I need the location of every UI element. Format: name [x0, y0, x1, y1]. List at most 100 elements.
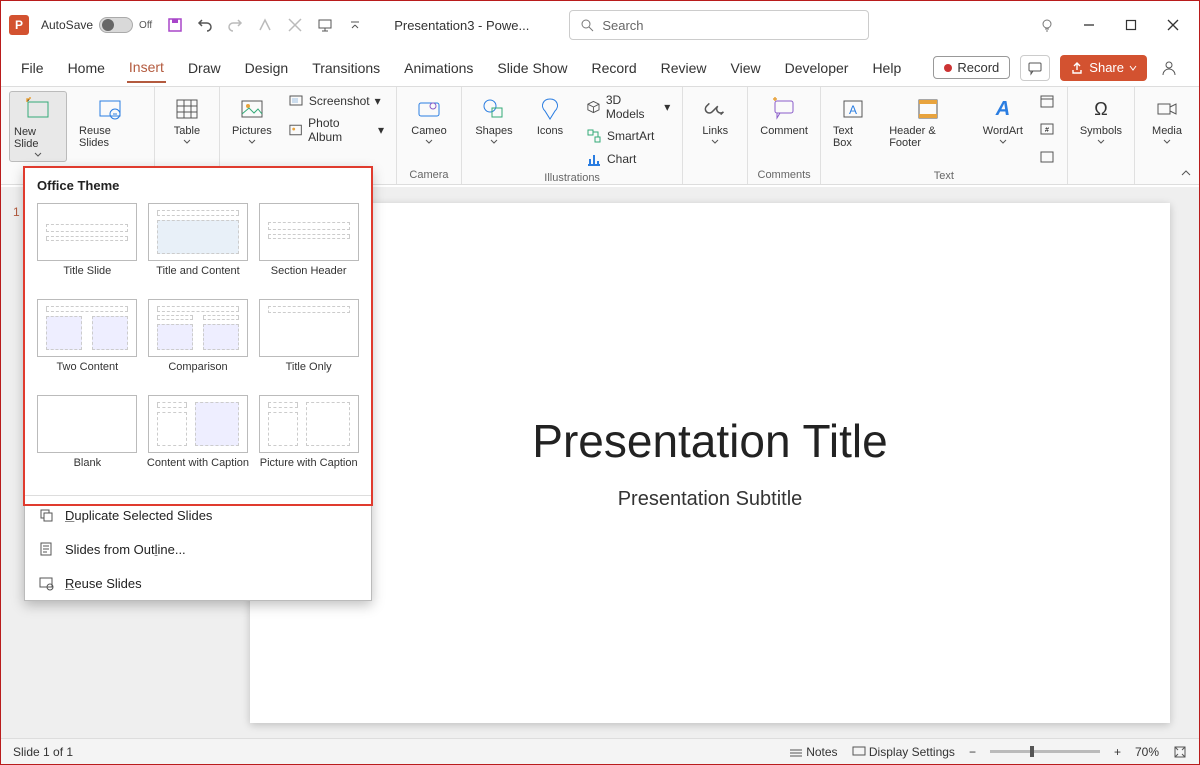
ribbon-group-illustrations: Shapes Icons 3D Models ▾ SmartArt Chart … — [462, 87, 683, 184]
layout-title-slide[interactable]: Title Slide — [35, 203, 140, 291]
reuse-slides-label: Reuse Slides — [79, 125, 142, 149]
layout-title-only[interactable]: Title Only — [256, 299, 361, 387]
fit-to-window-button[interactable] — [1173, 745, 1187, 759]
tab-developer[interactable]: Developer — [783, 54, 851, 82]
chevron-down-icon — [34, 152, 42, 157]
links-button[interactable]: Links — [691, 91, 739, 148]
autosave-toggle[interactable]: AutoSave Off — [41, 17, 152, 33]
chart-button[interactable]: Chart — [582, 149, 674, 169]
tab-view[interactable]: View — [729, 54, 763, 82]
layout-title-content[interactable]: Title and Content — [146, 203, 251, 291]
shapes-button[interactable]: Shapes — [470, 91, 518, 148]
qat-more-icon[interactable] — [346, 16, 364, 34]
layout-section-header[interactable]: Section Header — [256, 203, 361, 291]
slide-canvas[interactable]: Presentation Title Presentation Subtitle — [250, 203, 1170, 723]
dropdown-header: Office Theme — [25, 168, 371, 203]
layout-label: Comparison — [168, 361, 227, 387]
comment-label: Comment — [760, 125, 808, 137]
account-button[interactable] — [1157, 56, 1181, 80]
tab-record[interactable]: Record — [589, 54, 638, 82]
tab-animations[interactable]: Animations — [402, 54, 475, 82]
close-button[interactable] — [1161, 13, 1185, 37]
table-button[interactable]: Table — [163, 91, 211, 148]
symbols-button[interactable]: ΩSymbols — [1076, 91, 1126, 148]
undo-icon[interactable] — [196, 16, 214, 34]
cameo-label: Cameo — [411, 125, 446, 137]
tab-draw[interactable]: Draw — [186, 54, 223, 82]
display-settings-button[interactable]: Display Settings — [852, 745, 955, 759]
textbox-button[interactable]: AText Box — [829, 91, 877, 153]
collapse-ribbon-button[interactable] — [1179, 166, 1193, 180]
reuse-slides-button[interactable]: Reuse Slides — [75, 91, 146, 153]
cameo-button[interactable]: Cameo — [405, 91, 453, 148]
tab-review[interactable]: Review — [659, 54, 709, 82]
screenshot-label: Screenshot — [309, 94, 370, 108]
group-label-camera: Camera — [409, 166, 448, 184]
zoom-out-button[interactable]: − — [969, 745, 976, 759]
cube-icon — [586, 99, 601, 115]
comment-button[interactable]: Comment — [756, 91, 812, 141]
layout-content-caption[interactable]: Content with Caption — [146, 395, 251, 483]
layout-blank[interactable]: Blank — [35, 395, 140, 483]
tab-home[interactable]: Home — [66, 54, 107, 82]
search-input[interactable]: Search — [569, 10, 869, 40]
symbols-icon: Ω — [1087, 95, 1115, 123]
tab-file[interactable]: File — [19, 54, 46, 82]
slide-number-button[interactable]: # — [1035, 119, 1059, 139]
tab-transitions[interactable]: Transitions — [310, 54, 382, 82]
header-footer-button[interactable]: Header & Footer — [885, 91, 971, 153]
ribbon-tabs: File Home Insert Draw Design Transitions… — [1, 49, 1199, 87]
pictures-button[interactable]: Pictures — [228, 91, 276, 148]
table-icon — [173, 95, 201, 123]
new-slide-button[interactable]: New Slide — [9, 91, 67, 162]
ribbon-group-camera: Cameo Camera — [397, 87, 462, 184]
tab-slideshow[interactable]: Slide Show — [495, 54, 569, 82]
search-placeholder: Search — [602, 18, 643, 33]
reuse-slides-action[interactable]: Reuse Slides — [25, 566, 371, 600]
icons-button[interactable]: Icons — [526, 91, 574, 141]
object-button[interactable] — [1035, 147, 1059, 167]
date-time-button[interactable] — [1035, 91, 1059, 111]
zoom-in-button[interactable]: + — [1114, 745, 1121, 759]
duplicate-slides-action[interactable]: Duplicate Selected Slides — [25, 498, 371, 532]
group-label-comments: Comments — [758, 166, 811, 184]
wordart-button[interactable]: AWordArt — [979, 91, 1027, 148]
zoom-level[interactable]: 70% — [1135, 745, 1159, 759]
present-icon[interactable] — [316, 16, 334, 34]
chevron-down-icon — [490, 139, 498, 144]
share-button[interactable]: Share — [1060, 55, 1147, 81]
tab-design[interactable]: Design — [243, 54, 291, 82]
cameo-icon — [415, 95, 443, 123]
minimize-button[interactable] — [1077, 13, 1101, 37]
layout-two-content[interactable]: Two Content — [35, 299, 140, 387]
toggle-icon[interactable] — [99, 17, 133, 33]
redo-icon[interactable] — [226, 16, 244, 34]
notes-button[interactable]: Notes — [789, 745, 838, 759]
tab-help[interactable]: Help — [870, 54, 903, 82]
zoom-slider[interactable] — [990, 750, 1100, 753]
comments-pane-button[interactable] — [1020, 55, 1050, 81]
qat-icon-2[interactable] — [286, 16, 304, 34]
layout-comparison[interactable]: Comparison — [146, 299, 251, 387]
photo-album-label: Photo Album — [308, 116, 373, 144]
status-bar: Slide 1 of 1 Notes Display Settings − + … — [1, 738, 1199, 764]
app-icon: P — [9, 15, 29, 35]
media-button[interactable]: Media — [1143, 91, 1191, 148]
save-icon[interactable] — [166, 16, 184, 34]
tab-insert[interactable]: Insert — [127, 53, 166, 83]
photo-album-button[interactable]: Photo Album ▾ — [284, 114, 388, 146]
smartart-button[interactable]: SmartArt — [582, 126, 674, 146]
3d-models-label: 3D Models — [606, 93, 659, 121]
reuse-slides-icon — [96, 95, 124, 123]
maximize-button[interactable] — [1119, 13, 1143, 37]
slide-title-placeholder[interactable]: Presentation Title — [532, 414, 887, 468]
3d-models-button[interactable]: 3D Models ▾ — [582, 91, 674, 123]
layout-picture-caption[interactable]: Picture with Caption — [256, 395, 361, 483]
layout-label: Blank — [74, 457, 102, 483]
slide-subtitle-placeholder[interactable]: Presentation Subtitle — [618, 488, 803, 511]
record-button[interactable]: Record — [933, 56, 1010, 79]
qat-icon-1[interactable] — [256, 16, 274, 34]
screenshot-button[interactable]: Screenshot ▾ — [284, 91, 388, 111]
slides-from-outline-action[interactable]: Slides from Outline... — [25, 532, 371, 566]
lightbulb-icon[interactable] — [1035, 13, 1059, 37]
